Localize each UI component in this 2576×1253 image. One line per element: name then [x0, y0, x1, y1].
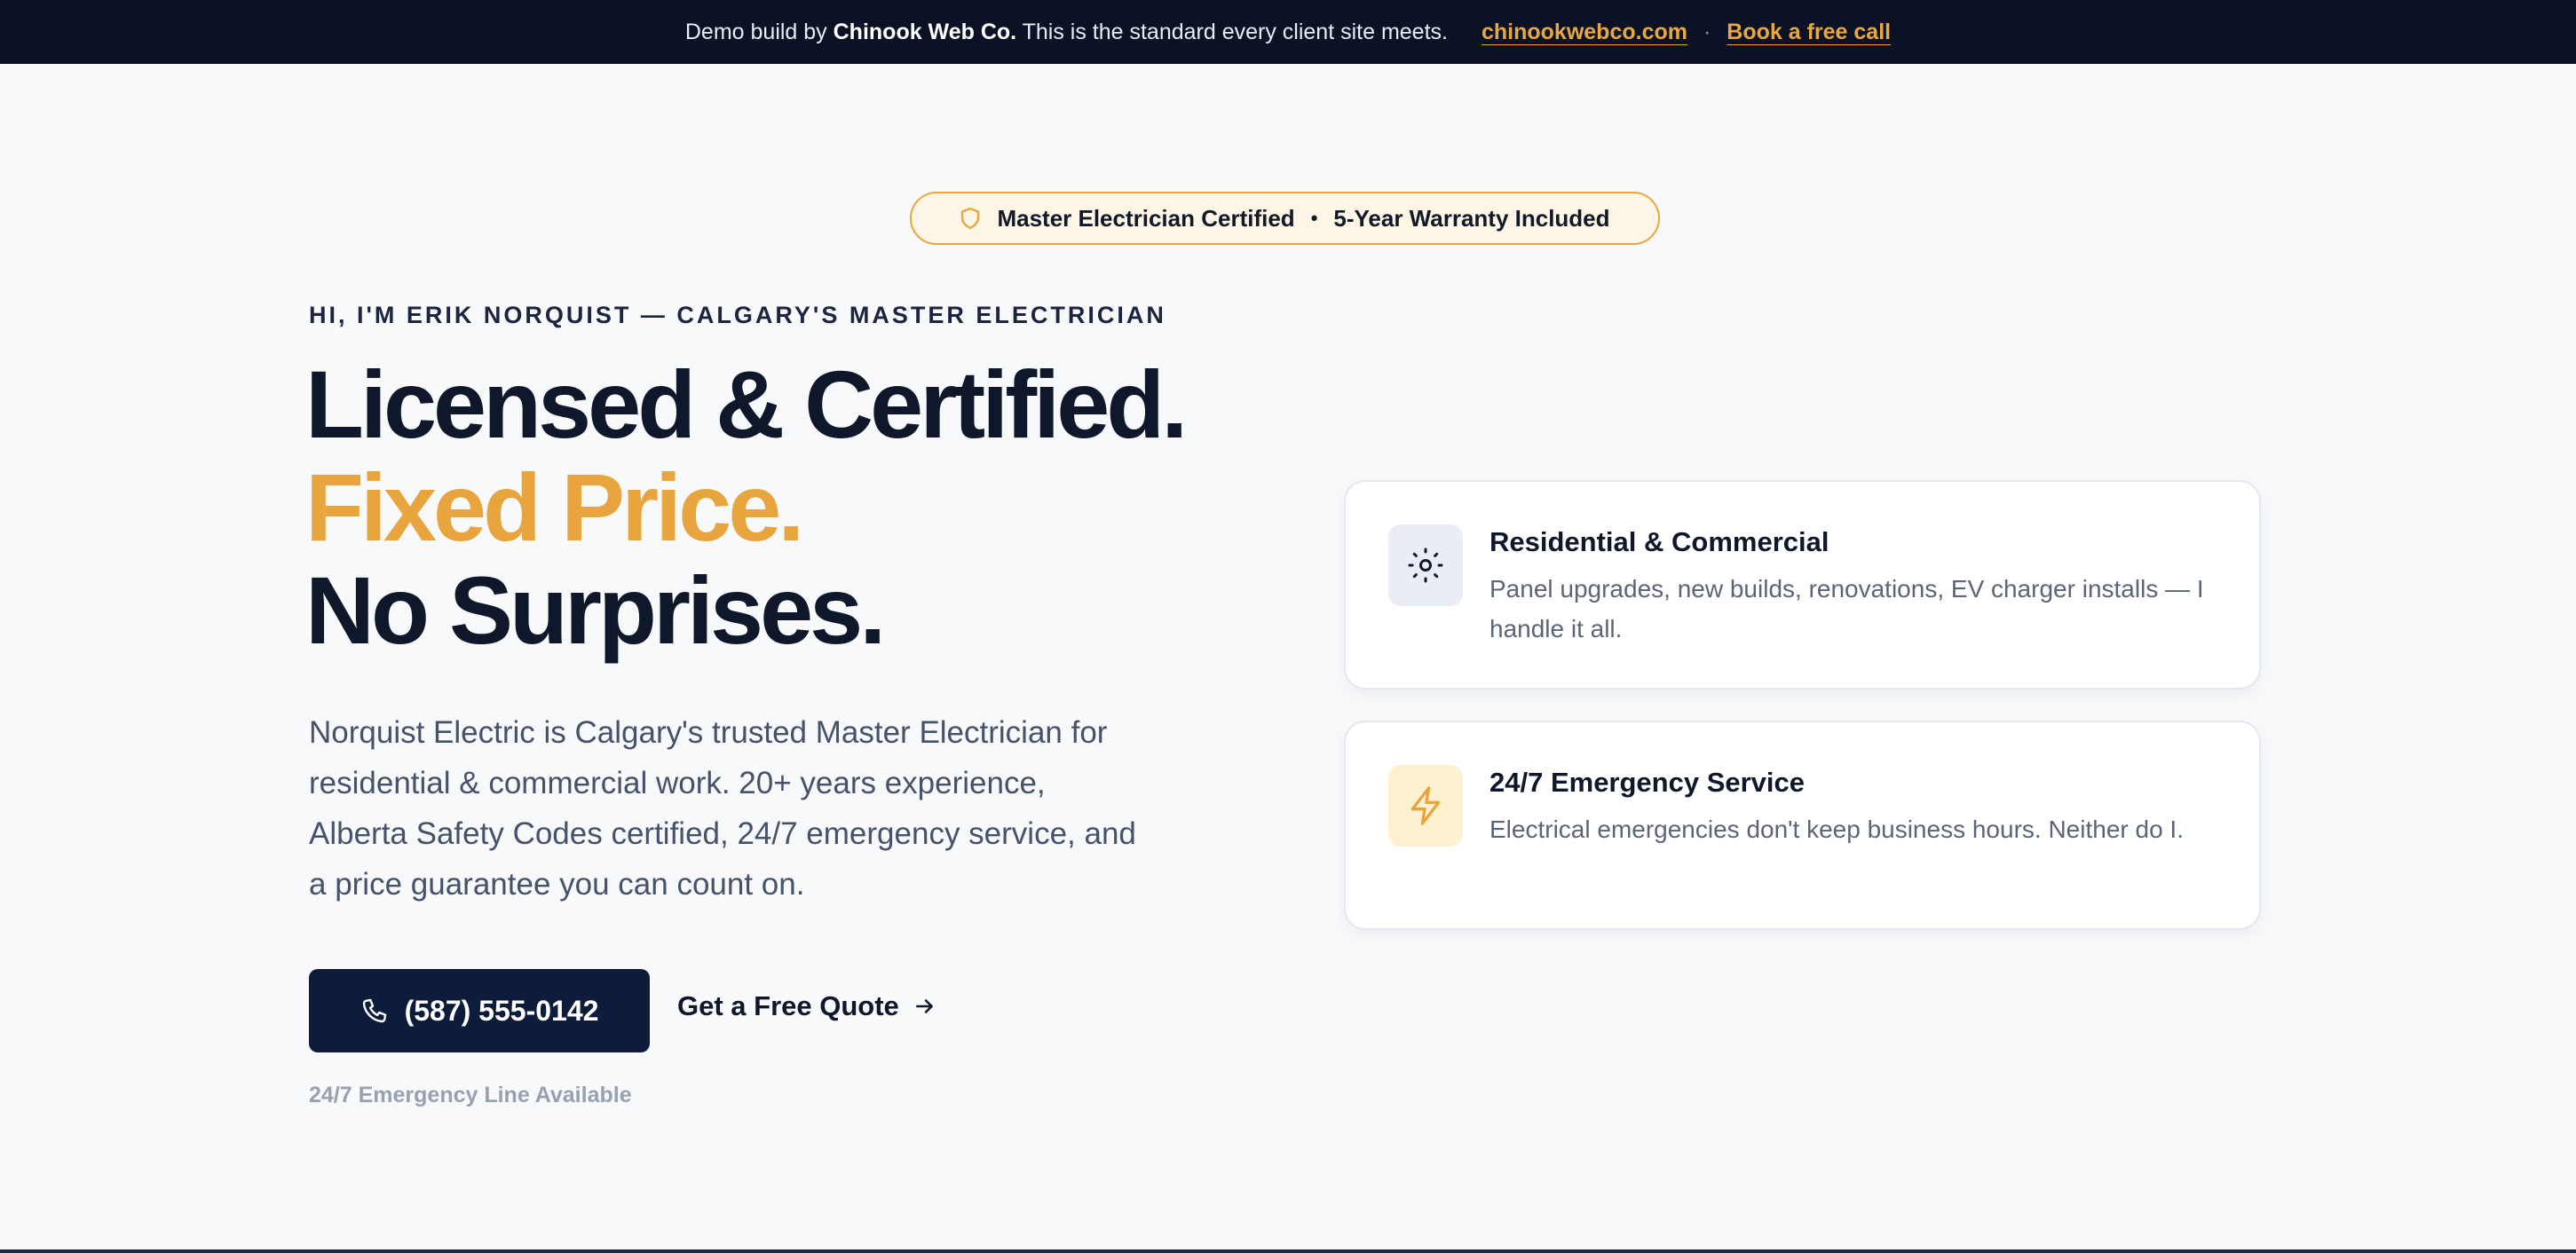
demo-announcement-bar: Demo build by Chinook Web Co. This is th…	[0, 0, 2576, 64]
agency-site-link[interactable]: chinookwebco.com	[1482, 20, 1687, 45]
badge-warranty-text: 5-Year Warranty Included	[1333, 204, 1610, 232]
certification-badge: Master Electrician Certified • 5-Year Wa…	[910, 192, 1660, 245]
phone-icon	[362, 998, 386, 1023]
announcement-text: This is the standard every client site m…	[1016, 19, 1448, 44]
announcement-prefix: Demo build by	[684, 19, 834, 44]
agency-brand: Chinook Web Co.	[833, 19, 1017, 44]
feature-card-emergency: 24/7 Emergency Service Electrical emerge…	[1344, 721, 2261, 930]
link-separator: ·	[1703, 19, 1711, 44]
free-quote-link[interactable]: Get a Free Quote	[677, 990, 936, 1022]
headline-line-3: No Surprises.	[305, 556, 886, 664]
card-icon-tile	[1388, 765, 1463, 847]
hero-headline: Licensed & Certified. Fixed Price. No Su…	[305, 351, 1188, 664]
page-bottom-divider	[0, 1249, 2576, 1253]
arrow-right-icon	[915, 999, 933, 1013]
card-description: Panel upgrades, new builds, renovations,…	[1489, 575, 2204, 642]
shield-icon	[961, 207, 980, 230]
announcement-message: Demo build by Chinook Web Co. This is th…	[685, 20, 1448, 45]
headline-line-1: Licensed & Certified.	[305, 351, 1188, 458]
call-phone-button[interactable]: (587) 555-0142	[309, 969, 650, 1052]
emergency-line-note: 24/7 Emergency Line Available	[309, 1083, 632, 1107]
hero-eyebrow: HI, I'M ERIK NORQUIST — CALGARY'S MASTER…	[309, 302, 1166, 328]
sun-gear-icon	[1408, 548, 1443, 583]
phone-number: (587) 555-0142	[404, 994, 599, 1027]
badge-certified-text: Master Electrician Certified	[997, 204, 1295, 232]
book-call-link[interactable]: Book a free call	[1727, 20, 1891, 45]
hero-description: Norquist Electric is Calgary's trusted M…	[309, 715, 1136, 902]
badge-bullet: •	[1310, 207, 1318, 229]
card-description: Electrical emergencies don't keep busine…	[1489, 816, 2184, 843]
card-icon-tile	[1388, 524, 1463, 606]
free-quote-label: Get a Free Quote	[677, 990, 899, 1021]
card-title: 24/7 Emergency Service	[1489, 767, 1806, 798]
card-title: Residential & Commercial	[1489, 526, 1829, 557]
lightning-bolt-icon	[1410, 786, 1441, 825]
feature-card-residential: Residential & Commercial Panel upgrades,…	[1344, 480, 2261, 690]
headline-line-2: Fixed Price.	[305, 453, 804, 561]
